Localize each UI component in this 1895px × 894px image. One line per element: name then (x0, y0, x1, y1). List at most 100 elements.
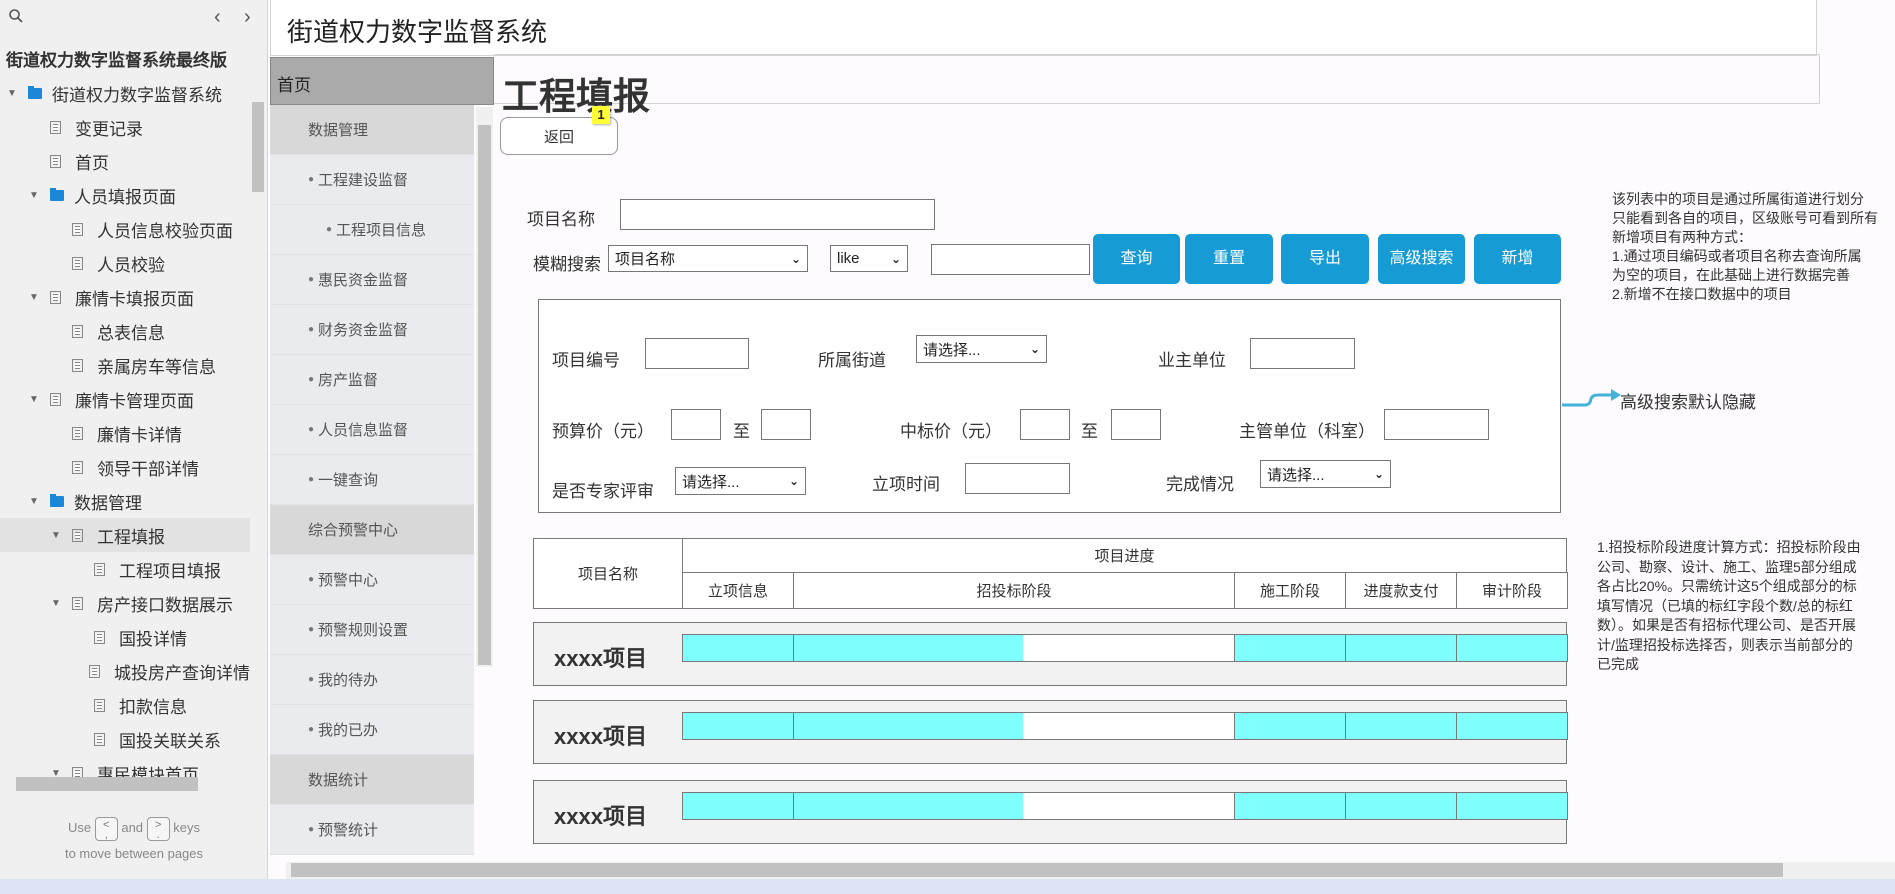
expand-caret-icon[interactable]: ▼ (28, 496, 40, 507)
street-select[interactable]: 请选择... ⌄ (916, 335, 1047, 363)
menu-item[interactable]: ● 预警统计 (270, 805, 474, 855)
table-row[interactable]: xxxx项目 (533, 700, 1568, 764)
menu-item[interactable]: ● 工程建设监督 (270, 155, 474, 205)
app-title: 街道权力数字监督系统 (287, 17, 548, 47)
approval-date-input[interactable] (965, 463, 1070, 494)
progress-segment (1456, 792, 1568, 820)
tree-item-label: 扣款信息 (119, 697, 187, 717)
bid-price-label: 中标价（元） (900, 422, 1002, 441)
query-button[interactable]: 查询 (1093, 234, 1180, 284)
search-icon[interactable] (8, 8, 24, 24)
tree-item[interactable]: 工程项目填报 (0, 552, 250, 586)
tree-item[interactable]: 城投房产查询详情 (0, 654, 250, 688)
menu-item[interactable]: ● 我的已办 (270, 705, 474, 755)
expert-review-select[interactable]: 请选择... ⌄ (675, 467, 806, 495)
tree-vertical-scrollbar[interactable] (250, 92, 266, 772)
menu-item[interactable]: ● 财务资金监督 (270, 305, 474, 355)
fuzzy-value-input[interactable] (931, 244, 1090, 275)
expand-caret-icon[interactable]: ▼ (6, 88, 18, 99)
title-bar (494, 54, 1820, 104)
chevron-down-icon: ⌄ (1373, 467, 1384, 481)
add-button[interactable]: 新增 (1474, 234, 1561, 284)
tree-item-label: 国投关联关系 (119, 731, 221, 751)
page-icon (72, 256, 83, 270)
menu-item[interactable]: ● 人员信息监督 (270, 405, 474, 455)
advanced-hidden-note: 高级搜索默认隐藏 (1620, 393, 1756, 412)
menu-item-label: 数据统计 (308, 772, 369, 789)
tree-item[interactable]: 亲属房车等信息 (0, 348, 250, 382)
prev-page-button[interactable]: ‹ (214, 6, 221, 29)
tree-item[interactable]: 首页 (0, 144, 250, 178)
bid-price-max-input[interactable] (1111, 409, 1161, 440)
tree-item[interactable]: 廉情卡详情 (0, 416, 250, 450)
tree-item[interactable]: 人员校验 (0, 246, 250, 280)
tree-item[interactable]: ▼ 惠民模块首页 (0, 756, 250, 778)
menu-scrollbar[interactable] (476, 107, 493, 667)
tree-item[interactable]: 国投详情 (0, 620, 250, 654)
table-row[interactable]: xxxx项目 (533, 622, 1568, 686)
advanced-search-button[interactable]: 高级搜索 (1378, 234, 1465, 284)
progress-segment (1345, 634, 1457, 662)
menu-item[interactable]: 数据统计 (270, 755, 474, 805)
menu-item[interactable]: ● 工程项目信息 (270, 205, 474, 255)
owner-unit-input[interactable] (1250, 338, 1355, 369)
menu-item[interactable]: 综合预警中心 (270, 505, 474, 555)
project-code-input[interactable] (645, 338, 749, 369)
fuzzy-field-select[interactable]: 项目名称 ⌄ (608, 245, 808, 272)
progress-segment (793, 792, 1235, 820)
tree-item[interactable]: ▼ 工程填报 (0, 518, 250, 552)
completion-select[interactable]: 请选择... ⌄ (1260, 460, 1391, 488)
tree-item[interactable]: 扣款信息 (0, 688, 250, 722)
tree-item[interactable]: ▼ 人员填报页面 (0, 178, 250, 212)
table-row[interactable]: xxxx项目 (533, 780, 1568, 844)
main-horizontal-scrollbar[interactable] (286, 862, 1895, 879)
menu-item[interactable]: ● 惠民资金监督 (270, 255, 474, 305)
tree-item[interactable]: ▼ 廉情卡管理页面 (0, 382, 250, 416)
hint-keys: keys (173, 820, 201, 835)
menu-item[interactable]: 数据管理 (270, 105, 474, 155)
home-tab[interactable]: 首页 (270, 57, 494, 105)
menu-item[interactable]: ● 我的待办 (270, 655, 474, 705)
menu-item[interactable]: ● 预警中心 (270, 555, 474, 605)
tree-item[interactable]: 人员信息校验页面 (0, 212, 250, 246)
completion-value: 请选择... (1267, 466, 1325, 484)
expand-caret-icon[interactable]: ▼ (50, 530, 62, 541)
expand-caret-icon[interactable]: ▼ (28, 190, 40, 201)
menu-item[interactable]: ● 预警规则设置 (270, 605, 474, 655)
page-icon (72, 460, 83, 474)
tree-item[interactable]: ▼ 数据管理 (0, 484, 250, 518)
expand-caret-icon[interactable]: ▼ (28, 292, 40, 303)
project-name-input[interactable] (620, 199, 935, 230)
next-page-button[interactable]: › (244, 6, 251, 29)
fuzzy-operator-select[interactable]: like ⌄ (830, 245, 908, 272)
tree-item[interactable]: 领导干部详情 (0, 450, 250, 484)
tree-item[interactable]: ▼ 街道权力数字监督系统 (0, 76, 250, 110)
tree-item[interactable]: 变更记录 (0, 110, 250, 144)
menu-item[interactable]: ● 一键查询 (270, 455, 474, 505)
taskbar (0, 879, 1895, 894)
expand-caret-icon[interactable]: ▼ (28, 394, 40, 405)
budget-max-input[interactable] (761, 409, 811, 440)
page-icon (72, 426, 83, 440)
progress-fill (794, 635, 1023, 661)
reset-button[interactable]: 重置 (1185, 234, 1273, 284)
expert-review-label: 是否专家评审 (552, 482, 654, 501)
tree-item[interactable]: ▼ 房产接口数据展示 (0, 586, 250, 620)
tree-item[interactable]: ▼ 廉情卡填报页面 (0, 280, 250, 314)
expand-caret-icon[interactable]: ▼ (50, 598, 62, 609)
tree-horizontal-scrollbar[interactable] (0, 776, 250, 792)
menu-item[interactable]: ● 房产监督 (270, 355, 474, 405)
tree-item[interactable]: 总表信息 (0, 314, 250, 348)
tree-item-label: 总表信息 (97, 323, 165, 343)
tree-item[interactable]: 国投关联关系 (0, 722, 250, 756)
progress-segment (793, 712, 1235, 740)
budget-min-input[interactable] (671, 409, 721, 440)
dept-input[interactable] (1384, 409, 1489, 440)
export-button[interactable]: 导出 (1281, 234, 1369, 284)
page-icon (50, 120, 61, 134)
menu-item-label: 预警中心 (318, 572, 379, 589)
folder-icon (50, 187, 64, 201)
menu-item-label: 工程项目信息 (336, 222, 427, 239)
bid-price-min-input[interactable] (1020, 409, 1070, 440)
progress-fill (683, 793, 793, 819)
